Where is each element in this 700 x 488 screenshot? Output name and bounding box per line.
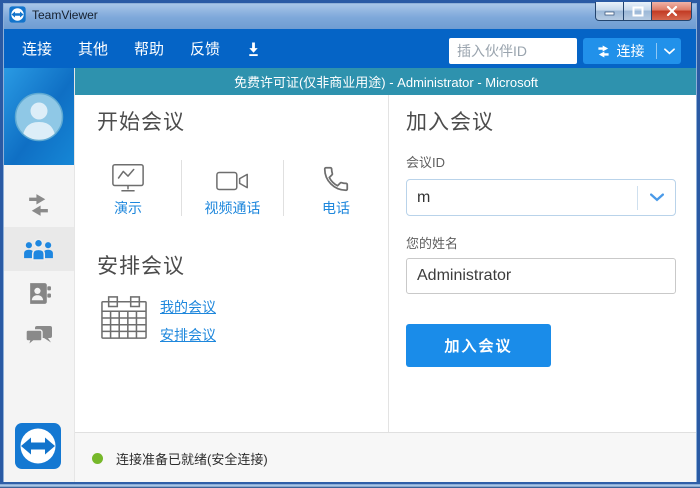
minimize-icon (604, 6, 616, 16)
connect-button[interactable]: 连接 (583, 38, 656, 64)
menu-connect[interactable]: 连接 (22, 38, 52, 59)
chevron-down-icon (650, 193, 664, 202)
presentation-label[interactable]: 演示 (114, 198, 142, 218)
action-video-call[interactable]: 视频通话 (182, 158, 283, 218)
chat-bubbles-icon (25, 325, 53, 349)
address-book-icon (26, 281, 52, 306)
start-meeting-title: 开始会议 (97, 106, 185, 136)
join-meeting-panel: 加入会议 会议ID 您的姓名 加入会议 (388, 95, 697, 432)
status-text: 连接准备已就绪(安全连接) (116, 449, 268, 468)
download-icon (246, 41, 261, 57)
meeting-id-dropdown-button[interactable] (638, 180, 675, 215)
license-banner-text: 免费许可证(仅非商业用途) - Administrator - Microsof… (234, 72, 538, 91)
schedule-meeting-title: 安排会议 (97, 250, 185, 280)
partner-id-input[interactable] (449, 38, 577, 64)
video-camera-icon (215, 168, 251, 194)
license-banner: 免费许可证(仅非商业用途) - Administrator - Microsof… (75, 68, 697, 95)
window-title: TeamViewer (32, 8, 98, 22)
sidebar-item-contacts[interactable] (3, 271, 74, 315)
action-presentation[interactable]: 演示 (75, 158, 181, 218)
meeting-id-input[interactable] (407, 189, 637, 207)
presentation-monitor-icon (111, 162, 145, 194)
meeting-panel: 开始会议 演示 (75, 95, 388, 432)
connect-split-button: 连接 (583, 38, 681, 64)
close-icon (666, 6, 678, 16)
sidebar-item-meeting[interactable] (3, 227, 74, 271)
minimize-button[interactable] (595, 2, 624, 21)
menu-extras[interactable]: 其他 (78, 38, 108, 59)
chevron-down-icon (664, 48, 675, 55)
swap-arrows-icon (595, 45, 612, 58)
your-name-input[interactable] (406, 258, 676, 294)
window-controls (595, 2, 692, 21)
sidebar-item-remote-control[interactable] (3, 183, 74, 227)
menu-feedback[interactable]: 反馈 (190, 38, 220, 59)
download-menu-button[interactable] (246, 41, 261, 57)
your-name-label: 您的姓名 (406, 233, 458, 252)
meeting-id-label: 会议ID (406, 152, 445, 171)
user-avatar-icon (14, 92, 64, 142)
sidebar-item-chat[interactable] (3, 315, 74, 359)
teamviewer-logo-icon (9, 6, 26, 23)
close-button[interactable] (652, 2, 692, 21)
maximize-icon (632, 6, 644, 17)
action-phone[interactable]: 电话 (284, 158, 388, 218)
teamviewer-window: TeamViewer 连接 其他 帮助 反馈 (0, 0, 700, 488)
video-call-label[interactable]: 视频通话 (205, 198, 261, 218)
teamviewer-logo-large (14, 422, 62, 470)
meeting-id-combobox (406, 179, 676, 216)
calendar-icon (100, 295, 148, 341)
schedule-meeting-block: 我的会议 安排会议 (100, 295, 216, 345)
sidebar (3, 68, 75, 485)
phone-icon (321, 164, 351, 194)
maximize-button[interactable] (624, 2, 652, 21)
sidebar-nav (3, 165, 74, 359)
schedule-meeting-link[interactable]: 安排会议 (160, 325, 216, 345)
swap-arrows-icon (25, 194, 52, 216)
join-meeting-title: 加入会议 (406, 106, 494, 136)
connect-button-label: 连接 (617, 41, 645, 61)
account-panel[interactable] (3, 68, 74, 165)
my-meetings-link[interactable]: 我的会议 (160, 297, 216, 317)
status-bar: 连接准备已就绪(安全连接) (75, 432, 697, 483)
connect-dropdown-button[interactable] (657, 38, 681, 64)
start-meeting-actions: 演示 视频通话 电话 (75, 158, 388, 218)
phone-label[interactable]: 电话 (322, 198, 350, 218)
status-ready-dot (92, 453, 103, 464)
people-group-icon (23, 237, 54, 262)
menu-help[interactable]: 帮助 (134, 38, 164, 59)
join-meeting-button[interactable]: 加入会议 (406, 324, 551, 367)
